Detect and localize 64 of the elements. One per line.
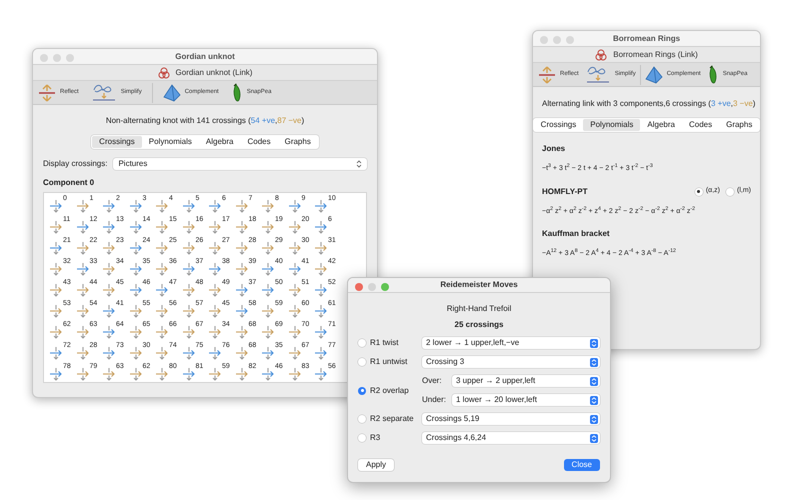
close-button[interactable] [540,36,548,44]
section-heading: Kauffman bracket [542,228,610,240]
simplify-icon [90,84,117,102]
knot-name: Right-Hand Trefoil [446,303,512,315]
section-heading: HOMFLY-PT [542,186,588,198]
move-select[interactable]: Crossings 5,19 [422,413,600,425]
radio-button[interactable] [358,358,366,366]
stepper-icon [590,434,598,442]
radio-label: R2 separate [370,413,414,425]
move-select[interactable]: Crossing 3 [422,356,600,368]
tab[interactable]: Polynomials [583,119,640,131]
stepper-icon [590,414,598,424]
move-select[interactable]: 2 lower → 1 upper,left,−ve [422,337,600,349]
field-label: Under: [422,394,448,406]
radio-button[interactable] [358,434,366,442]
radio-button[interactable] [726,188,734,196]
radio-label: R1 twist [370,337,398,349]
move-select[interactable]: 1 lower → 20 lower,left [452,394,600,406]
dialog-button[interactable]: Close [564,459,600,471]
stepper-icon [590,396,598,404]
reflect-icon [38,84,56,102]
simplify-icon [584,66,611,84]
radio-label: R2 overlap [370,384,409,396]
section-heading: Jones [542,143,566,155]
minimize-button[interactable] [368,283,376,291]
display-select[interactable]: Pictures [113,158,367,170]
radio-label: R1 untwist [370,356,408,368]
window-title: Reidemeister Moves [440,279,518,291]
window-title: Borromean Rings [612,32,680,44]
tetrahedron-icon [162,84,181,102]
crossing-count: 25 crossings [454,319,504,331]
move-select[interactable]: Crossings 4,6,24 [422,432,600,444]
pea-pod-icon [706,64,719,84]
radio-label: R3 [370,432,380,444]
linked-rings-icon [595,48,608,60]
radio-button[interactable] [358,386,366,394]
tab[interactable]: Crossings [92,136,142,148]
linked-rings-icon [158,66,170,78]
stepper-icon [590,376,598,386]
field-label: Over: [422,375,443,387]
stepper-icon [590,338,598,348]
field-label: Display crossings: [43,158,108,170]
tetrahedron-icon [644,66,663,84]
zoom-button[interactable] [66,54,74,62]
minimize-button[interactable] [53,54,61,62]
stepper-icon [590,358,598,366]
link-title: Borromean Rings (Link) [613,48,698,60]
close-button[interactable] [355,283,363,291]
stepper-icon [356,160,362,168]
move-select[interactable]: 3 upper → 2 upper,left [452,375,600,387]
dialog-button[interactable]: Apply [358,459,394,471]
summary-text: Non-alternating knot with 141 crossings (54 +ve,87 −ve) [106,115,304,127]
radio-button[interactable] [358,339,366,347]
minimize-button[interactable] [553,36,561,44]
link-title: Gordian unknot (Link) [176,66,252,78]
section-heading: Component 0 [43,177,94,189]
zoom-button[interactable] [381,283,389,291]
window-title: Gordian unknot [175,50,235,62]
reflect-icon [538,66,556,84]
zoom-button[interactable] [566,36,574,44]
radio-button[interactable] [694,188,703,196]
radio-button[interactable] [358,415,366,423]
close-button[interactable] [40,54,48,62]
pea-pod-icon [230,82,243,102]
